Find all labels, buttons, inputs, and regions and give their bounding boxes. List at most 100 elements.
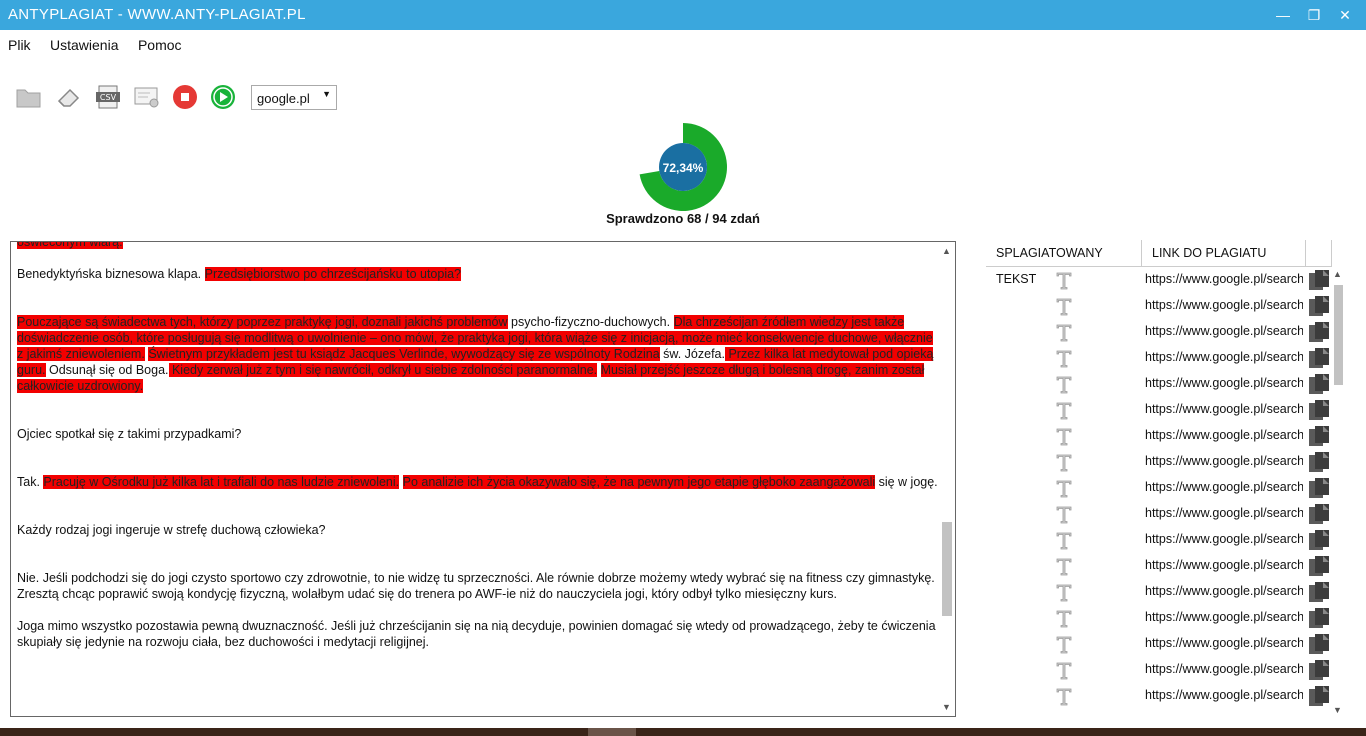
plagiarism-link[interactable]: https://www.google.pl/search? [1145,350,1303,364]
scroll-down-icon[interactable]: ▼ [942,702,951,712]
plagiarism-link[interactable]: https://www.google.pl/search? [1145,480,1303,494]
menu-plik[interactable]: Plik [8,34,31,56]
text-type-icon[interactable] [1056,609,1072,629]
text-scrollbar[interactable]: ▲ ▼ [939,242,955,716]
text-type-icon[interactable] [1056,323,1072,343]
table-row[interactable]: https://www.google.pl/search? [986,293,1332,319]
plagiarism-link[interactable]: https://www.google.pl/search? [1145,610,1303,624]
close-button[interactable]: ✕ [1334,5,1356,25]
copy-icon[interactable] [1306,399,1332,423]
text-segment: Benedyktyńska biznesowa klapa. [17,267,205,281]
analyzed-text-panel[interactable]: oświeconym wiarą. Benedyktyńska biznesow… [10,241,956,717]
text-type-icon[interactable] [1056,349,1072,369]
text-type-icon[interactable] [1056,557,1072,577]
text-segment: Każdy rodzaj jogi ingeruje w strefę duch… [17,523,326,537]
plagiarism-link[interactable]: https://www.google.pl/search? [1145,662,1303,676]
plagiarism-link[interactable]: https://www.google.pl/search? [1145,324,1303,338]
copy-icon[interactable] [1306,659,1332,683]
plagiarism-link[interactable]: https://www.google.pl/search? [1145,298,1303,312]
csv-export-icon[interactable]: CSV [94,83,124,111]
table-row[interactable]: https://www.google.pl/search? [986,371,1332,397]
plagiarism-link[interactable]: https://www.google.pl/search? [1145,636,1303,650]
text-type-icon[interactable] [1056,687,1072,707]
search-engine-select[interactable]: google.pl ▼ [251,85,337,110]
copy-icon[interactable] [1306,685,1332,709]
copy-icon[interactable] [1306,555,1332,579]
copy-icon[interactable] [1306,425,1332,449]
table-row[interactable]: https://www.google.pl/search? [986,631,1332,657]
table-row[interactable]: https://www.google.pl/search? [986,501,1332,527]
folder-open-icon[interactable] [14,83,44,111]
plagiarism-link[interactable]: https://www.google.pl/search? [1145,688,1303,702]
table-row[interactable]: https://www.google.pl/search? [986,267,1332,293]
copy-icon[interactable] [1306,321,1332,345]
menu-ustawienia[interactable]: Ustawienia [50,34,118,56]
plagiarism-link[interactable]: https://www.google.pl/search? [1145,532,1303,546]
scroll-thumb[interactable] [942,522,952,616]
text-type-icon[interactable] [1056,427,1072,447]
text-type-icon[interactable] [1056,583,1072,603]
table-row[interactable]: https://www.google.pl/search? [986,423,1332,449]
table-row[interactable]: https://www.google.pl/search? [986,345,1332,371]
table-row[interactable]: https://www.google.pl/search? [986,475,1332,501]
eraser-icon[interactable] [54,83,84,111]
maximize-button[interactable]: ❐ [1303,5,1325,25]
copy-icon[interactable] [1306,503,1332,527]
copy-icon[interactable] [1306,295,1332,319]
scroll-down-icon[interactable]: ▼ [1333,705,1342,715]
copy-icon[interactable] [1306,451,1332,475]
minimize-button[interactable]: — [1272,5,1294,25]
menu-pomoc[interactable]: Pomoc [138,34,182,56]
progress-gauge: 72,34% [639,123,727,211]
plagiarism-link[interactable]: https://www.google.pl/search? [1145,506,1303,520]
plagiarism-link[interactable]: https://www.google.pl/search? [1145,402,1303,416]
table-row[interactable]: https://www.google.pl/search? [986,605,1332,631]
table-scrollbar[interactable]: ▲ ▼ [1332,267,1344,717]
table-row[interactable]: https://www.google.pl/search? [986,553,1332,579]
copy-icon[interactable] [1306,529,1332,553]
text-type-icon[interactable] [1056,505,1072,525]
table-row[interactable]: https://www.google.pl/search? [986,397,1332,423]
text-type-icon[interactable] [1056,297,1072,317]
plagiarism-link[interactable]: https://www.google.pl/search? [1145,376,1303,390]
plagiarism-link[interactable]: https://www.google.pl/search? [1145,584,1303,598]
text-type-icon[interactable] [1056,661,1072,681]
title-bar: ANTYPLAGIAT - WWW.ANTY-PLAGIAT.PL — ❐ ✕ [0,0,1366,30]
plagiarism-link[interactable]: https://www.google.pl/search? [1145,428,1303,442]
play-icon[interactable] [209,83,239,111]
plagiarism-link[interactable]: https://www.google.pl/search? [1145,558,1303,572]
column-header-extra [1306,240,1332,266]
copy-icon[interactable] [1306,633,1332,657]
table-row[interactable]: https://www.google.pl/search? [986,449,1332,475]
text-type-icon[interactable] [1056,271,1072,291]
stop-icon[interactable] [171,83,201,111]
plagiarism-link[interactable]: https://www.google.pl/search? [1145,272,1303,286]
taskbar-app[interactable] [588,728,636,736]
copy-icon[interactable] [1306,477,1332,501]
copy-icon[interactable] [1306,269,1332,293]
chevron-down-icon: ▼ [322,89,331,99]
text-type-icon[interactable] [1056,479,1072,499]
table-row[interactable]: https://www.google.pl/search? [986,683,1332,709]
column-header-link[interactable]: LINK DO PLAGIATU [1142,240,1306,266]
scroll-up-icon[interactable]: ▲ [942,246,951,256]
table-row[interactable]: https://www.google.pl/search? [986,527,1332,553]
scroll-thumb[interactable] [1334,285,1343,385]
certificate-icon[interactable] [132,83,162,111]
table-row[interactable]: https://www.google.pl/search? [986,319,1332,345]
text-type-icon[interactable] [1056,531,1072,551]
table-row[interactable]: https://www.google.pl/search? [986,579,1332,605]
svg-text:CSV: CSV [100,93,117,102]
column-header-text[interactable]: SPLAGIATOWANY TEKST [986,240,1142,286]
copy-icon[interactable] [1306,373,1332,397]
copy-icon[interactable] [1306,347,1332,371]
copy-icon[interactable] [1306,581,1332,605]
table-row[interactable]: https://www.google.pl/search? [986,657,1332,683]
scroll-up-icon[interactable]: ▲ [1333,269,1342,279]
plagiarism-link[interactable]: https://www.google.pl/search? [1145,454,1303,468]
text-type-icon[interactable] [1056,375,1072,395]
text-type-icon[interactable] [1056,453,1072,473]
copy-icon[interactable] [1306,607,1332,631]
text-type-icon[interactable] [1056,401,1072,421]
text-type-icon[interactable] [1056,635,1072,655]
